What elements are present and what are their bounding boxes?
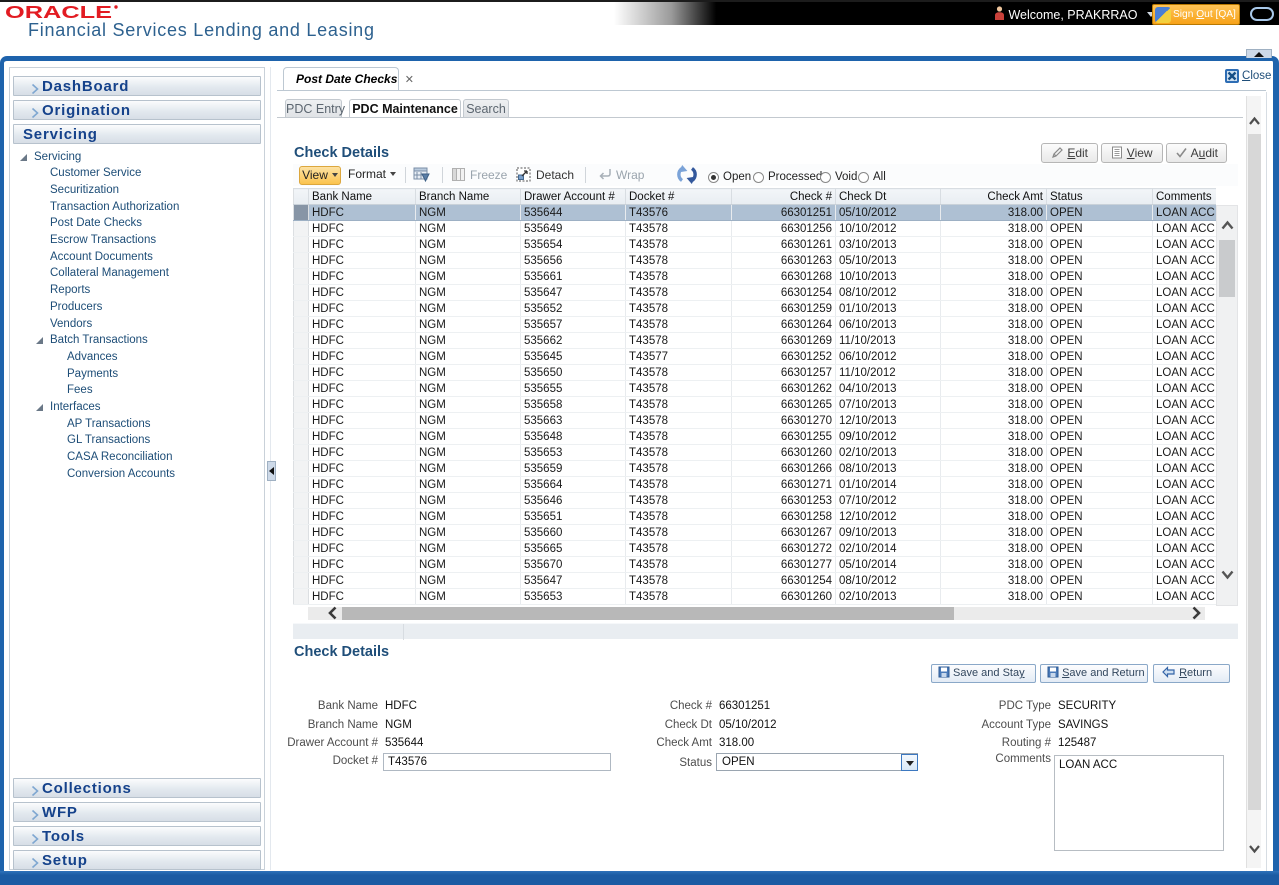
svg-text:ORACLE: ORACLE <box>5 3 112 21</box>
